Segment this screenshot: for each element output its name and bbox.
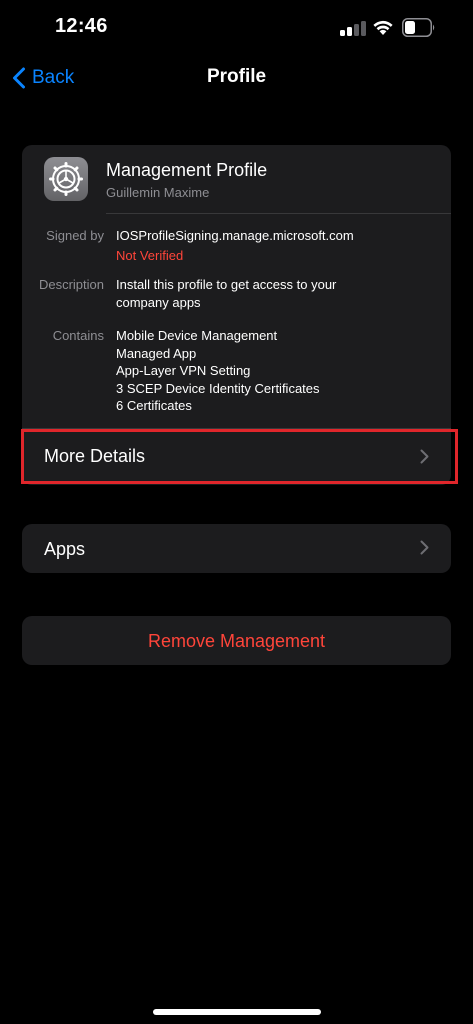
chevron-right-icon bbox=[420, 449, 429, 464]
description-label: Description bbox=[38, 277, 104, 292]
contains-label: Contains bbox=[52, 328, 104, 343]
contains-item: 6 Certificates bbox=[116, 398, 192, 414]
wifi-icon bbox=[372, 18, 394, 36]
profile-card: Management Profile Guillemin Maxime Sign… bbox=[22, 145, 451, 485]
page-title: Profile bbox=[206, 66, 267, 87]
profile-name: Management Profile bbox=[106, 160, 268, 180]
contains-item: App-Layer VPN Setting bbox=[116, 363, 251, 379]
battery-icon bbox=[402, 18, 436, 37]
apps-row[interactable]: Apps bbox=[22, 524, 451, 573]
status-bar: 12:46 bbox=[0, 0, 473, 56]
description-value: Install this profile to get access to yo… bbox=[116, 276, 336, 311]
settings-gear-icon bbox=[44, 157, 88, 201]
screen: 12:46 Back Profile Management Profile Gu… bbox=[0, 0, 473, 1024]
contains-item: Managed App bbox=[116, 345, 197, 361]
cellular-signal-icon bbox=[340, 20, 366, 36]
profile-organization: Guillemin Maxime bbox=[106, 185, 210, 200]
contains-item: Mobile Device Management bbox=[116, 328, 278, 343]
contains-item: 3 SCEP Device Identity Certificates bbox=[116, 380, 320, 396]
signed-by-label: Signed by bbox=[46, 228, 104, 243]
navigation-bar: Back Profile bbox=[0, 56, 473, 100]
chevron-right-icon bbox=[420, 540, 429, 555]
divider bbox=[106, 213, 451, 214]
home-indicator[interactable] bbox=[153, 1009, 321, 1015]
more-details-row[interactable]: More Details bbox=[22, 428, 451, 485]
verification-status: Not Verified bbox=[116, 248, 184, 263]
description-line: Install this profile to get access to yo… bbox=[116, 277, 337, 292]
description-line: company apps bbox=[116, 294, 201, 310]
remove-management-label: Remove Management bbox=[147, 631, 326, 651]
signed-by-value: IOSProfileSigning.manage.microsoft.com bbox=[116, 228, 354, 243]
more-details-label: More Details bbox=[44, 446, 146, 466]
status-time: 12:46 bbox=[55, 15, 108, 37]
apps-label: Apps bbox=[44, 539, 86, 559]
remove-management-button[interactable]: Remove Management bbox=[22, 616, 451, 665]
contains-list: Mobile Device Management Managed App App… bbox=[116, 327, 320, 415]
